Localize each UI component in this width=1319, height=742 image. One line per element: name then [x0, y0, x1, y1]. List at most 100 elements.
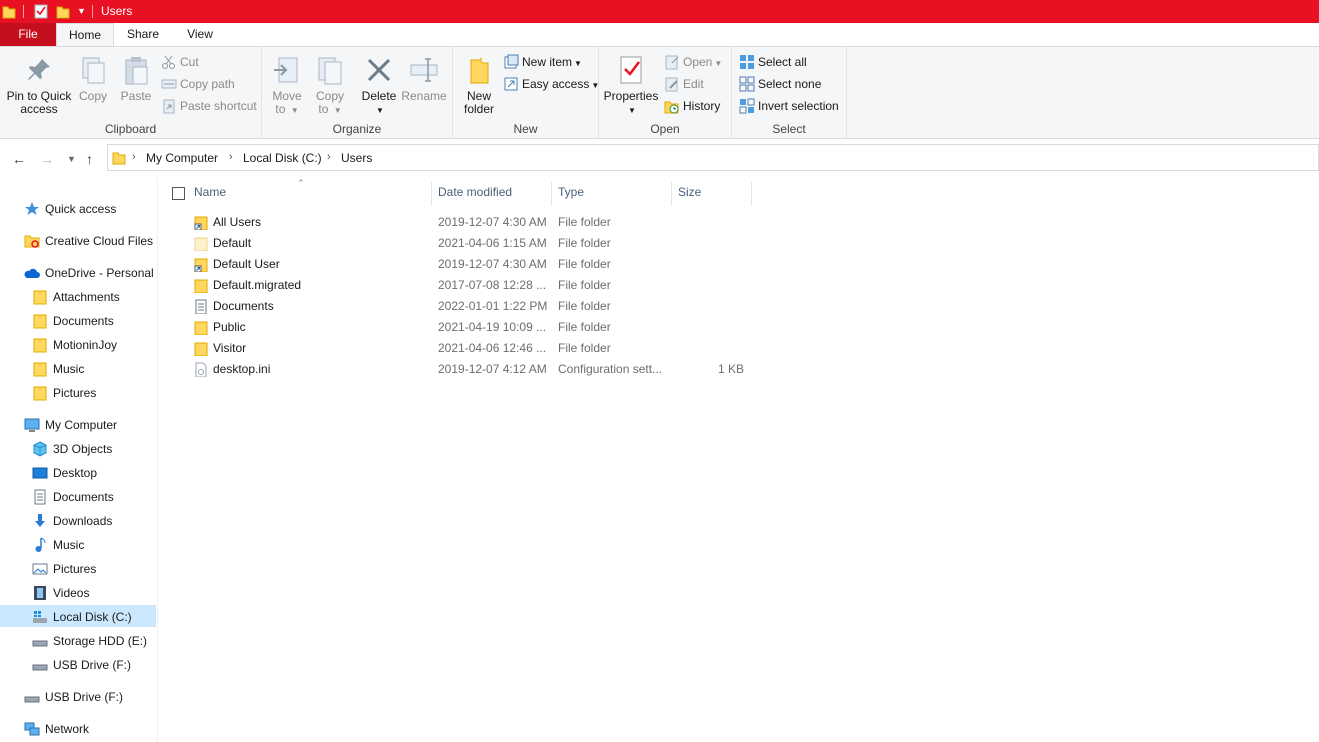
- file-type: File folder: [558, 236, 611, 250]
- invert-selection-button[interactable]: Invert selection: [739, 96, 839, 116]
- column-header-type[interactable]: Type: [558, 185, 584, 201]
- back-arrow-icon[interactable]: ←: [12, 151, 26, 167]
- select-none-button[interactable]: Select none: [739, 74, 821, 94]
- column-header-size[interactable]: Size: [678, 185, 701, 201]
- folder-icon: [194, 342, 208, 356]
- folder-hidden-icon: [194, 237, 208, 251]
- music-note-icon: [35, 537, 46, 552]
- drive-icon: [32, 640, 48, 647]
- breadcrumb-chevron-icon[interactable]: ›: [229, 151, 233, 163]
- properties-button[interactable]: Properties ▼: [603, 51, 659, 117]
- ribbon-tabs: File Home Share View: [0, 23, 1319, 46]
- move-to-button[interactable]: Move to ▼: [268, 51, 306, 117]
- folder-icon: [194, 321, 208, 335]
- rename-button[interactable]: Rename: [401, 51, 447, 103]
- new-folder-quick-icon[interactable]: [56, 4, 70, 19]
- paste-shortcut-button[interactable]: Paste shortcut: [161, 96, 257, 116]
- paste-label: Paste: [120, 89, 152, 103]
- delete-button[interactable]: Delete ▼: [359, 51, 399, 117]
- easy-access-button[interactable]: Easy access ▼: [503, 74, 599, 94]
- file-row[interactable]: All Users 2019-12-07 4:30 AM File folder: [189, 212, 749, 233]
- forward-arrow-icon[interactable]: →: [40, 151, 54, 167]
- file-date-modified: 2021-04-06 12:46 ...: [438, 341, 547, 355]
- paste-icon: [125, 57, 148, 85]
- edit-button[interactable]: Edit: [664, 74, 704, 94]
- file-date-modified: 2021-04-19 10:09 ...: [438, 320, 547, 334]
- nav-label: Videos: [53, 586, 90, 600]
- new-item-button[interactable]: New item ▼: [503, 52, 582, 72]
- select-all-button[interactable]: Select all: [739, 52, 807, 72]
- nav-label: Music: [53, 538, 85, 552]
- folder-shortcut-icon: [194, 216, 208, 230]
- file-row[interactable]: Documents 2022-01-01 1:22 PM File folder: [189, 296, 749, 317]
- history-button[interactable]: History: [664, 96, 720, 116]
- title-bar: ▼ Users: [0, 0, 1319, 23]
- file-name: desktop.ini: [213, 362, 271, 376]
- file-row[interactable]: desktop.ini 2019-12-07 4:12 AM Configurati…: [189, 359, 749, 380]
- select-none-label: Select none: [758, 77, 822, 91]
- properties-icon: [620, 56, 642, 84]
- file-row[interactable]: Default 2021-04-06 1:15 AM File folder: [189, 233, 749, 254]
- select-all-checkbox[interactable]: [172, 187, 185, 200]
- network-icon: [24, 722, 40, 736]
- chevron-down-icon[interactable]: ▼: [77, 6, 86, 21]
- breadcrumb-users[interactable]: Users: [341, 151, 372, 165]
- properties-quick-icon[interactable]: [34, 4, 48, 19]
- column-header-name[interactable]: Name: [194, 185, 226, 201]
- up-arrow-icon[interactable]: ↑: [86, 151, 93, 167]
- cut-button[interactable]: Cut: [161, 52, 199, 72]
- edit-icon: [665, 77, 678, 92]
- column-header-date[interactable]: Date modified: [438, 185, 512, 201]
- delete-label: Delete: [361, 89, 397, 103]
- pin-to-quick-access-button[interactable]: Pin to Quick access: [4, 51, 74, 116]
- copy-to-button[interactable]: Copy to ▼: [311, 51, 349, 117]
- file-row[interactable]: Default User 2019-12-07 4:30 AM File folde…: [189, 254, 749, 275]
- folder-icon: [33, 314, 47, 329]
- file-date-modified: 2019-12-07 4:12 AM: [438, 362, 547, 376]
- file-date-modified: 2019-12-07 4:30 AM: [438, 215, 547, 229]
- rename-label: Rename: [401, 89, 447, 103]
- tab-file[interactable]: File: [0, 23, 56, 46]
- document-icon: [34, 489, 46, 505]
- breadcrumb-local-disk[interactable]: Local Disk (C:): [243, 151, 322, 165]
- nav-label: My Computer: [45, 418, 118, 432]
- file-row[interactable]: Default.migrated 2017-07-08 12:28 ... File…: [189, 275, 749, 296]
- new-folder-icon: [470, 57, 489, 84]
- column-divider[interactable]: [431, 182, 432, 206]
- download-arrow-icon: [35, 514, 45, 527]
- folder-icon: [112, 152, 126, 165]
- pin-label: Pin to Quick: [6, 89, 72, 103]
- file-row[interactable]: Public 2021-04-19 10:09 ... File folder: [189, 317, 749, 338]
- nav-label: Local Disk (C:): [53, 610, 132, 624]
- copy-path-button[interactable]: Copy path: [161, 74, 235, 94]
- file-row[interactable]: Visitor 2021-04-06 12:46 ... File folder: [189, 338, 749, 359]
- breadcrumb-chevron-icon[interactable]: ›: [132, 151, 136, 163]
- recent-locations-chevron-icon[interactable]: ▼: [67, 154, 76, 164]
- copy-button[interactable]: Copy: [76, 51, 110, 103]
- tab-home[interactable]: Home: [56, 23, 114, 46]
- open-button[interactable]: Open ▼: [664, 52, 722, 72]
- rename-icon: [410, 58, 438, 82]
- paste-button[interactable]: Paste: [116, 51, 156, 103]
- window-title: Users: [101, 4, 133, 18]
- new-folder-button[interactable]: New folder: [459, 51, 499, 116]
- open-group-label: Open: [650, 122, 680, 136]
- column-divider[interactable]: [671, 182, 672, 206]
- breadcrumb-chevron-icon[interactable]: ›: [327, 151, 331, 163]
- file-type: Configuration sett...: [558, 362, 663, 376]
- nav-label: OneDrive - Personal: [45, 266, 154, 280]
- tab-share[interactable]: Share: [114, 23, 172, 46]
- select-all-icon: [740, 54, 754, 69]
- delete-x-icon: [367, 58, 391, 82]
- folder-shortcut-icon: [194, 258, 208, 272]
- file-type: File folder: [558, 278, 611, 292]
- column-divider[interactable]: [551, 182, 552, 206]
- tab-view[interactable]: View: [172, 23, 228, 46]
- breadcrumb-my-computer[interactable]: My Computer: [146, 151, 218, 165]
- move-to-label-2: to: [275, 102, 286, 116]
- nav-label: USB Drive (F:): [45, 690, 123, 704]
- history-icon: [664, 101, 679, 114]
- address-bar[interactable]: › My Computer › Local Disk (C:) › Users: [107, 144, 1319, 171]
- organize-group: Move to ▼ Copy to ▼ Delete ▼ Rename Orga…: [262, 47, 453, 139]
- column-divider[interactable]: [751, 182, 752, 206]
